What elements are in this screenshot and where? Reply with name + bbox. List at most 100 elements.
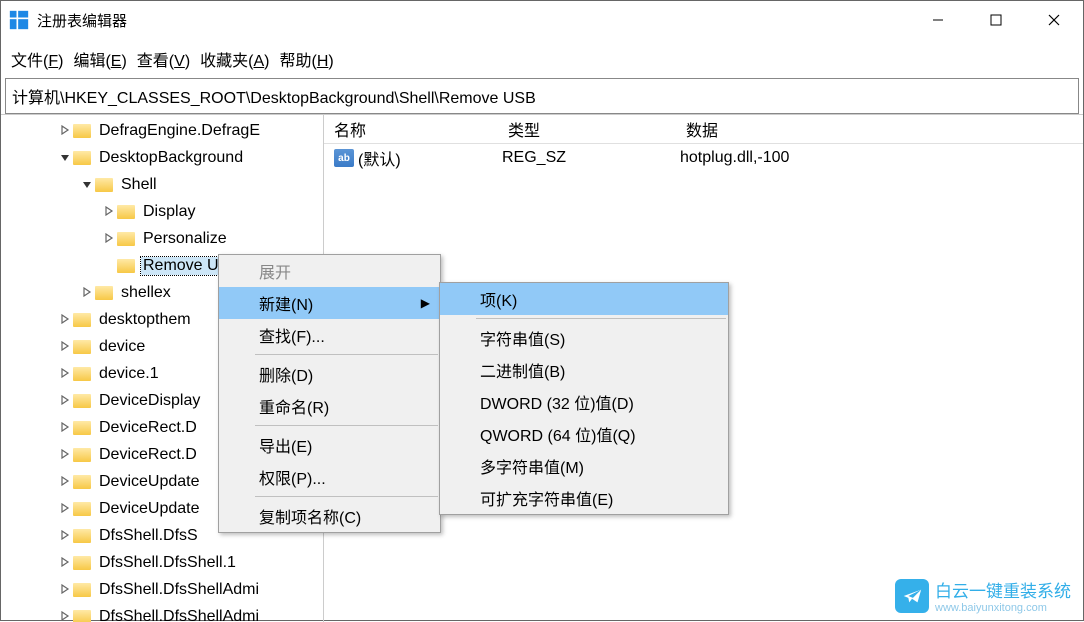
- tree-label: device: [97, 338, 147, 356]
- ctx-new[interactable]: 新建(N) ▶: [219, 287, 440, 319]
- chevron-right-icon: ▶: [421, 296, 430, 310]
- folder-icon: [73, 529, 91, 543]
- expand-icon[interactable]: [57, 474, 73, 489]
- titlebar: 注册表编辑器: [1, 1, 1083, 40]
- subctx-dword[interactable]: DWORD (32 位)值(D): [440, 386, 728, 418]
- folder-icon: [73, 583, 91, 597]
- tree-label: desktopthem: [97, 311, 193, 329]
- expand-icon[interactable]: [57, 528, 73, 543]
- watermark-text: 白云一键重装系统: [935, 582, 1071, 601]
- ctx-copy-key[interactable]: 复制项名称(C): [219, 500, 440, 532]
- list-rows: ab(默认)REG_SZhotplug.dll,-100: [324, 144, 1083, 172]
- ctx-delete[interactable]: 删除(D): [219, 358, 440, 390]
- subctx-key[interactable]: 项(K): [440, 283, 728, 315]
- maximize-button[interactable]: [967, 2, 1025, 38]
- tree-item[interactable]: DesktopBackground: [1, 144, 323, 171]
- tree-item[interactable]: DfsShell.DfsShellAdmi: [1, 603, 323, 622]
- folder-icon: [73, 475, 91, 489]
- tree-item[interactable]: DfsShell.DfsShell.1: [1, 549, 323, 576]
- expand-icon[interactable]: [57, 609, 73, 622]
- window-title: 注册表编辑器: [37, 10, 909, 31]
- tree-label: DeviceUpdate: [97, 473, 202, 491]
- col-data[interactable]: 数据: [686, 117, 1083, 141]
- folder-icon: [95, 286, 113, 300]
- ctx-export[interactable]: 导出(E): [219, 429, 440, 461]
- expand-icon[interactable]: [57, 501, 73, 516]
- minimize-button[interactable]: [909, 2, 967, 38]
- address-bar[interactable]: 计算机\HKEY_CLASSES_ROOT\DesktopBackground\…: [5, 78, 1079, 114]
- folder-icon: [117, 259, 135, 273]
- close-button[interactable]: [1025, 2, 1083, 38]
- col-name[interactable]: 名称: [324, 117, 508, 141]
- expand-icon[interactable]: [79, 285, 95, 300]
- tree-label: DfsShell.DfsShell.1: [97, 554, 238, 572]
- folder-icon: [73, 421, 91, 435]
- tree-label: DefragEngine.DefragE: [97, 122, 262, 140]
- folder-icon: [73, 124, 91, 138]
- ctx-expand[interactable]: 展开: [219, 255, 440, 287]
- expand-icon[interactable]: [57, 150, 73, 165]
- tree-label: DfsShell.DfsShellAdmi: [97, 581, 261, 599]
- expand-icon[interactable]: [57, 312, 73, 327]
- expand-icon[interactable]: [57, 447, 73, 462]
- app-icon: [9, 10, 29, 30]
- expand-icon[interactable]: [57, 420, 73, 435]
- menu-favorites[interactable]: 收藏夹(A): [200, 47, 269, 71]
- tree-label: DfsShell.DfsShellAdmi: [97, 608, 261, 622]
- subctx-binary[interactable]: 二进制值(B): [440, 354, 728, 386]
- tree-label: device.1: [97, 365, 161, 383]
- expand-icon[interactable]: [57, 339, 73, 354]
- expand-icon[interactable]: [57, 555, 73, 570]
- context-menu: 展开 新建(N) ▶ 查找(F)... 删除(D) 重命名(R) 导出(E) 权…: [218, 254, 441, 533]
- tree-item[interactable]: DefragEngine.DefragE: [1, 117, 323, 144]
- expand-icon[interactable]: [101, 204, 117, 219]
- separator: [255, 425, 438, 426]
- menu-file[interactable]: 文件(F): [11, 47, 63, 71]
- expand-icon[interactable]: [101, 231, 117, 246]
- tree-label: Shell: [119, 176, 159, 194]
- tree-item[interactable]: Shell: [1, 171, 323, 198]
- list-header: 名称 类型 数据: [324, 115, 1083, 144]
- row-name: (默认): [358, 146, 401, 170]
- registry-editor-window: 注册表编辑器 文件(F) 编辑(E) 查看(V) 收藏夹(A) 帮助(H) 计算…: [0, 0, 1084, 621]
- expand-icon[interactable]: [57, 366, 73, 381]
- folder-icon: [73, 502, 91, 516]
- subctx-multi[interactable]: 多字符串值(M): [440, 450, 728, 482]
- tree-item[interactable]: Display: [1, 198, 323, 225]
- folder-icon: [73, 340, 91, 354]
- expand-icon[interactable]: [57, 123, 73, 138]
- ctx-rename[interactable]: 重命名(R): [219, 390, 440, 422]
- expand-icon[interactable]: [57, 393, 73, 408]
- folder-icon: [73, 313, 91, 327]
- titlebar-controls: [909, 2, 1083, 38]
- tree-label: DeviceDisplay: [97, 392, 202, 410]
- tree-item[interactable]: Personalize: [1, 225, 323, 252]
- ctx-find[interactable]: 查找(F)...: [219, 319, 440, 351]
- menu-view[interactable]: 查看(V): [137, 47, 190, 71]
- address-text: 计算机\HKEY_CLASSES_ROOT\DesktopBackground\…: [12, 84, 536, 108]
- watermark: 白云一键重装系统 www.baiyunxitong.com: [895, 577, 1071, 614]
- separator: [476, 318, 726, 319]
- subctx-qword[interactable]: QWORD (64 位)值(Q): [440, 418, 728, 450]
- folder-icon: [73, 610, 91, 622]
- separator: [255, 496, 438, 497]
- folder-icon: [95, 178, 113, 192]
- watermark-url: www.baiyunxitong.com: [935, 602, 1071, 614]
- subctx-string[interactable]: 字符串值(S): [440, 322, 728, 354]
- tree-label: DeviceRect.D: [97, 446, 199, 464]
- tree-label: DeviceUpdate: [97, 500, 202, 518]
- separator: [255, 354, 438, 355]
- expand-icon[interactable]: [79, 177, 95, 192]
- ctx-permissions[interactable]: 权限(P)...: [219, 461, 440, 493]
- menu-edit[interactable]: 编辑(E): [73, 47, 126, 71]
- folder-icon: [73, 151, 91, 165]
- list-row[interactable]: ab(默认)REG_SZhotplug.dll,-100: [324, 144, 1083, 172]
- watermark-icon: [895, 579, 929, 613]
- tree-label: DfsShell.DfsS: [97, 527, 200, 545]
- tree-item[interactable]: DfsShell.DfsShellAdmi: [1, 576, 323, 603]
- subctx-expand[interactable]: 可扩充字符串值(E): [440, 482, 728, 514]
- menu-help[interactable]: 帮助(H): [279, 47, 333, 71]
- col-type[interactable]: 类型: [508, 117, 686, 141]
- ctx-new-label: 新建(N): [259, 291, 313, 315]
- expand-icon[interactable]: [57, 582, 73, 597]
